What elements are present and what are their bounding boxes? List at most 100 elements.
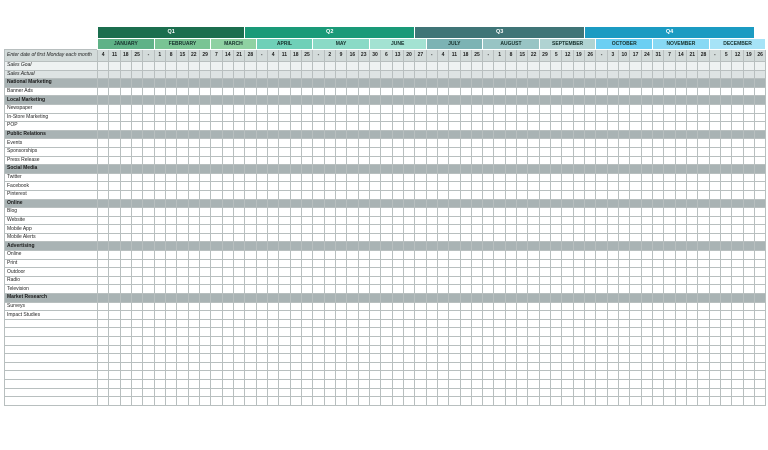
schedule-cell[interactable]: [414, 353, 427, 363]
schedule-cell[interactable]: [153, 112, 166, 123]
schedule-cell[interactable]: [527, 138, 540, 148]
schedule-cell[interactable]: [629, 293, 642, 303]
schedule-cell[interactable]: [674, 284, 688, 295]
schedule-cell[interactable]: [380, 224, 393, 234]
schedule-cell[interactable]: [550, 129, 563, 140]
schedule-cell[interactable]: [176, 112, 189, 123]
schedule-cell[interactable]: [640, 189, 654, 200]
schedule-cell[interactable]: [686, 387, 699, 398]
schedule-cell[interactable]: [640, 207, 654, 217]
schedule-cell[interactable]: [96, 241, 110, 252]
schedule-cell[interactable]: [663, 327, 676, 337]
schedule-cell[interactable]: [504, 129, 518, 140]
schedule-cell[interactable]: [312, 95, 325, 105]
schedule-cell[interactable]: [459, 344, 472, 355]
schedule-cell[interactable]: [278, 138, 291, 148]
schedule-cell[interactable]: [357, 310, 370, 320]
schedule-cell[interactable]: [550, 387, 563, 398]
schedule-cell[interactable]: [459, 164, 472, 174]
schedule-cell[interactable]: [606, 112, 620, 123]
schedule-cell[interactable]: [584, 267, 597, 277]
schedule-cell[interactable]: [482, 61, 495, 71]
schedule-cell[interactable]: [414, 155, 427, 166]
schedule-cell[interactable]: [187, 181, 200, 191]
schedule-cell[interactable]: [334, 112, 348, 123]
schedule-cell[interactable]: [708, 361, 722, 372]
schedule-cell[interactable]: [663, 344, 676, 355]
schedule-cell[interactable]: [210, 284, 223, 295]
schedule-cell[interactable]: [742, 327, 756, 337]
schedule-cell[interactable]: [278, 189, 291, 200]
schedule-cell[interactable]: [368, 224, 382, 234]
schedule-cell[interactable]: [686, 112, 699, 123]
schedule-cell[interactable]: [380, 78, 393, 88]
schedule-cell[interactable]: [606, 336, 620, 346]
schedule-cell[interactable]: [493, 370, 506, 380]
schedule-cell[interactable]: [323, 353, 336, 363]
schedule-cell[interactable]: [96, 121, 110, 131]
week-date-cell[interactable]: 1: [493, 49, 506, 62]
schedule-cell[interactable]: [164, 310, 178, 320]
schedule-cell[interactable]: [414, 121, 427, 131]
schedule-cell[interactable]: [561, 293, 574, 303]
schedule-cell[interactable]: [153, 138, 166, 148]
schedule-cell[interactable]: [482, 361, 495, 372]
schedule-cell[interactable]: [697, 146, 710, 157]
schedule-cell[interactable]: [436, 336, 450, 346]
schedule-cell[interactable]: [697, 370, 710, 380]
schedule-cell[interactable]: [527, 164, 540, 174]
schedule-cell[interactable]: [459, 224, 472, 234]
schedule-cell[interactable]: [187, 284, 200, 295]
schedule-cell[interactable]: [108, 138, 121, 148]
schedule-cell[interactable]: [527, 293, 540, 303]
schedule-cell[interactable]: [584, 336, 597, 346]
schedule-cell[interactable]: [731, 69, 744, 80]
schedule-cell[interactable]: [742, 61, 756, 71]
schedule-cell[interactable]: [550, 258, 563, 269]
schedule-cell[interactable]: [640, 232, 654, 243]
schedule-cell[interactable]: [346, 293, 359, 303]
schedule-cell[interactable]: [244, 215, 257, 226]
schedule-cell[interactable]: [323, 258, 336, 269]
schedule-cell[interactable]: [538, 86, 552, 97]
schedule-cell[interactable]: [108, 241, 121, 252]
schedule-cell[interactable]: [289, 370, 302, 380]
week-date-cell[interactable]: 8: [504, 49, 518, 62]
schedule-cell[interactable]: [119, 378, 132, 389]
schedule-cell[interactable]: [380, 61, 393, 71]
schedule-cell[interactable]: [300, 344, 314, 355]
schedule-cell[interactable]: [448, 155, 461, 166]
schedule-cell[interactable]: [754, 69, 767, 80]
schedule-cell[interactable]: [595, 164, 608, 174]
schedule-cell[interactable]: [300, 275, 314, 286]
schedule-cell[interactable]: [334, 318, 348, 329]
schedule-cell[interactable]: [108, 370, 121, 380]
schedule-cell[interactable]: [516, 172, 529, 183]
schedule-cell[interactable]: [595, 103, 608, 114]
schedule-cell[interactable]: [606, 224, 620, 234]
schedule-cell[interactable]: [550, 250, 563, 260]
schedule-cell[interactable]: [470, 378, 484, 389]
schedule-cell[interactable]: [96, 275, 110, 286]
schedule-cell[interactable]: [459, 181, 472, 191]
schedule-cell[interactable]: [436, 146, 450, 157]
schedule-cell[interactable]: [414, 138, 427, 148]
schedule-cell[interactable]: [731, 198, 744, 209]
schedule-cell[interactable]: [334, 146, 348, 157]
schedule-cell[interactable]: [448, 69, 461, 80]
schedule-cell[interactable]: [300, 387, 314, 398]
schedule-cell[interactable]: [674, 318, 688, 329]
schedule-cell[interactable]: [312, 86, 325, 97]
schedule-cell[interactable]: [130, 103, 144, 114]
schedule-cell[interactable]: [357, 293, 370, 303]
schedule-cell[interactable]: [697, 250, 710, 260]
schedule-cell[interactable]: [595, 353, 608, 363]
schedule-cell[interactable]: [708, 121, 722, 131]
schedule-cell[interactable]: [142, 95, 155, 105]
week-date-cell[interactable]: 15: [516, 49, 529, 62]
schedule-cell[interactable]: [278, 344, 291, 355]
schedule-cell[interactable]: [527, 318, 540, 329]
category-label[interactable]: Advertising: [4, 241, 98, 252]
schedule-cell[interactable]: [482, 146, 495, 157]
schedule-cell[interactable]: [232, 224, 246, 234]
